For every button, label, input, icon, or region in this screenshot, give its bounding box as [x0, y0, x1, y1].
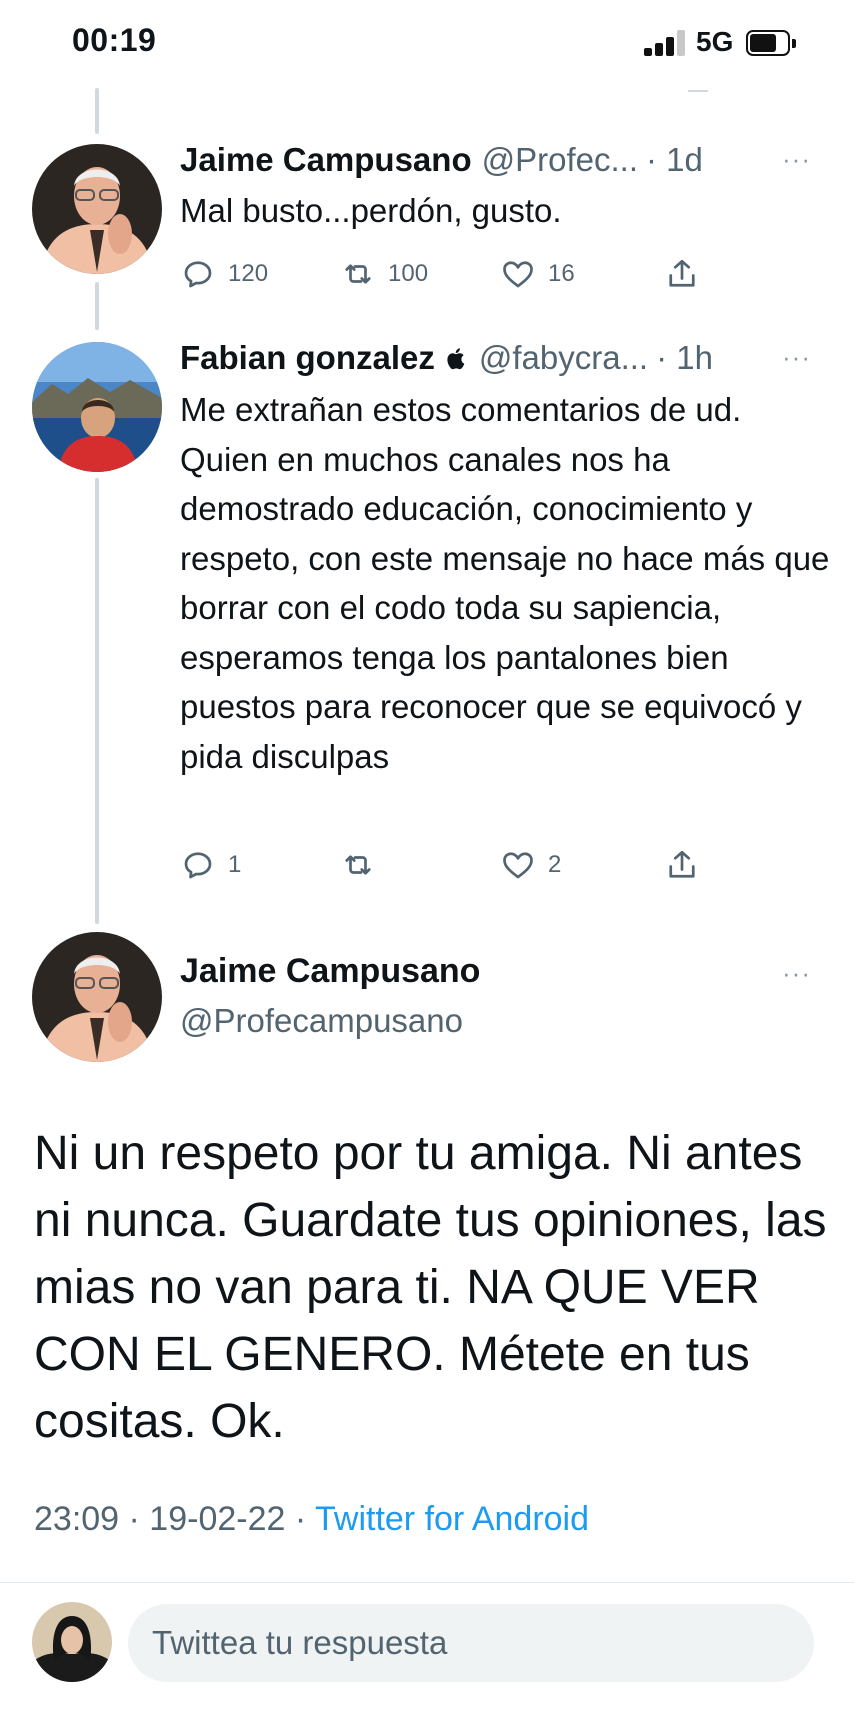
more-options-icon[interactable]: ··· [782, 342, 811, 373]
reply-placeholder: Twittea tu respuesta [152, 1624, 448, 1661]
user-avatar[interactable] [32, 1602, 112, 1682]
apple-icon [447, 348, 465, 370]
divider-stub [688, 90, 708, 92]
tweet-timestamp: 23:09 · 19-02-22 · [34, 1500, 315, 1538]
tweet-text: Me extrañan estos comentarios de ud. Qui… [180, 391, 830, 775]
thread-connector-line [95, 88, 99, 134]
retweet-button[interactable]: 100 [340, 254, 428, 294]
more-options-icon[interactable]: ··· [782, 144, 811, 175]
tweet-text: Mal busto...perdón, gusto. [180, 192, 562, 229]
reply-icon [184, 852, 212, 879]
share-button[interactable] [664, 845, 700, 885]
divider [0, 1582, 854, 1583]
thread-connector-line [95, 282, 99, 330]
reply-icon [184, 261, 212, 288]
like-button[interactable]: 2 [500, 845, 561, 885]
retweet-count: 100 [388, 260, 429, 287]
tweet-actions: 1 2 [180, 845, 720, 885]
reply-count: 120 [228, 260, 269, 287]
more-options-icon[interactable]: ··· [782, 958, 811, 989]
tweet-time: · 1d [646, 141, 703, 178]
tweet-time: · 1h [656, 339, 713, 376]
retweet-icon [345, 855, 371, 875]
heart-icon [503, 852, 533, 879]
avatar[interactable] [32, 342, 162, 472]
like-button[interactable]: 16 [500, 254, 575, 294]
like-count: 16 [548, 260, 575, 287]
avatar[interactable] [32, 144, 162, 274]
tweet-source-link[interactable]: Twitter for Android [315, 1500, 589, 1538]
main-tweet-text: Ni un respeto por tu amiga. Ni antes ni … [34, 1127, 827, 1448]
reply-button[interactable]: 120 [180, 254, 268, 294]
author-handle[interactable]: @fabycra... [479, 339, 648, 377]
main-author-handle[interactable]: @Profecampusano [180, 1002, 463, 1040]
tweet-header: Jaime Campusano @Profec... · 1d [180, 138, 703, 182]
author-handle[interactable]: @Profec... [482, 141, 638, 179]
thread-connector-line [95, 478, 99, 924]
retweet-icon [345, 264, 371, 284]
status-time: 00:19 [72, 22, 157, 58]
share-icon [669, 850, 695, 878]
main-author-name[interactable]: Jaime Campusano [180, 952, 480, 991]
retweet-button[interactable] [340, 845, 388, 885]
heart-icon [503, 261, 533, 288]
reply-input[interactable]: Twittea tu respuesta [128, 1604, 814, 1682]
author-name[interactable]: Fabian gonzalez [180, 339, 435, 377]
like-count: 2 [548, 851, 562, 878]
avatar[interactable] [32, 932, 162, 1062]
share-button[interactable] [664, 254, 700, 294]
battery-icon [746, 30, 796, 56]
tweet-actions: 120 100 16 [180, 254, 720, 294]
reply-count: 1 [228, 851, 242, 878]
status-bar: 00:19 5G [0, 0, 854, 92]
cellular-signal-icon [644, 30, 686, 56]
reply-button[interactable]: 1 [180, 845, 241, 885]
tweet-header: Fabian gonzalez @fabycra... · 1h [180, 336, 713, 380]
network-type: 5G [696, 26, 734, 57]
tweet-meta: 23:09 · 19-02-22 · Twitter for Android [34, 1500, 589, 1539]
author-name[interactable]: Jaime Campusano [180, 141, 472, 179]
share-icon [669, 259, 695, 287]
